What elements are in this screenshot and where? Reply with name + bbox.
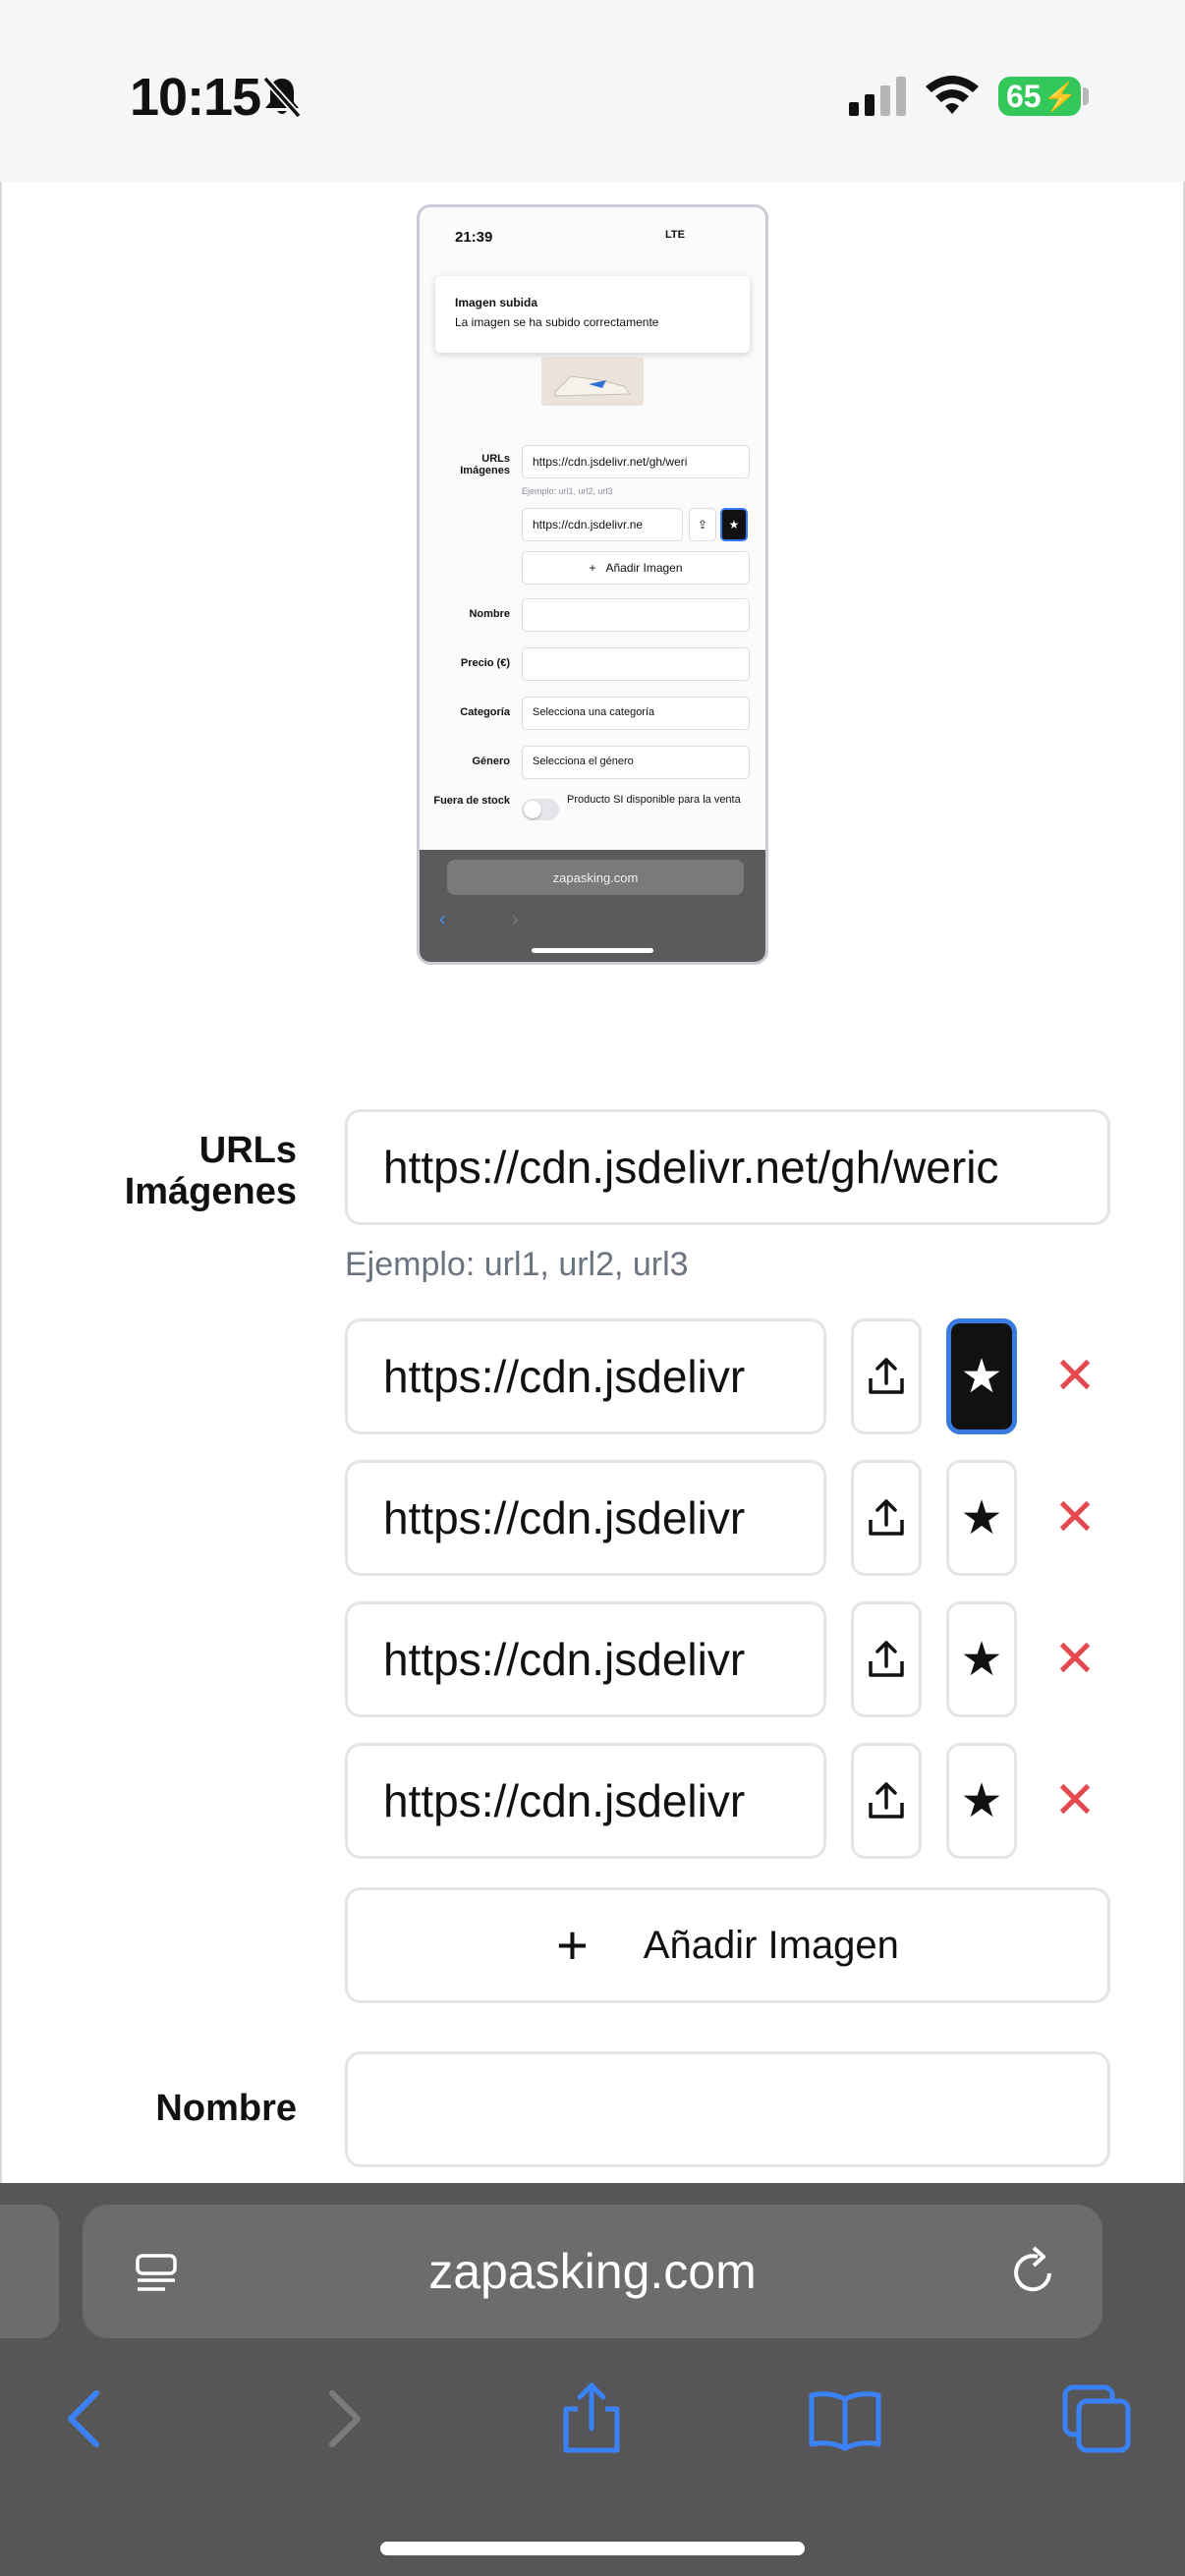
thumb-upload-icon: ⇪ bbox=[689, 508, 716, 541]
thumb-add-image: + Añadir Imagen bbox=[522, 551, 750, 585]
add-image-label: Añadir Imagen bbox=[643, 1923, 899, 1967]
bell-slash-icon bbox=[262, 76, 302, 119]
toast: Imagen subida La imagen se ha subido cor… bbox=[435, 276, 750, 353]
upload-icon bbox=[869, 1641, 904, 1677]
star-icon: ★ bbox=[960, 1492, 1003, 1544]
thumb-urls-label: URLs Imágenes bbox=[460, 453, 510, 476]
share-icon[interactable] bbox=[552, 2380, 631, 2458]
nombre-input[interactable] bbox=[345, 2051, 1110, 2167]
featured-star-button[interactable]: ★ bbox=[946, 1601, 1017, 1717]
tabs-icon[interactable] bbox=[1057, 2380, 1136, 2458]
toast-title: Imagen subida bbox=[455, 296, 538, 309]
thumb-url-bar: zapasking.com bbox=[447, 860, 744, 895]
featured-star-button[interactable]: ★ bbox=[946, 1460, 1017, 1576]
thumb-urls-input: https://cdn.jsdelivr.net/gh/weri bbox=[522, 445, 750, 478]
upload-button[interactable] bbox=[851, 1318, 922, 1434]
bookmarks-icon[interactable] bbox=[806, 2380, 884, 2458]
plus-icon: + bbox=[556, 1914, 589, 1976]
thumb-forward-icon: › bbox=[512, 909, 519, 930]
add-image-button[interactable]: + Añadir Imagen bbox=[345, 1887, 1110, 2003]
shoe-thumbnail bbox=[541, 357, 644, 406]
previous-tab-preview[interactable] bbox=[0, 2205, 59, 2338]
image-url-input[interactable]: https://cdn.jsdelivr bbox=[345, 1743, 826, 1859]
upload-icon bbox=[869, 1499, 904, 1536]
thumb-stock-text: Producto SI disponible para la venta bbox=[567, 794, 741, 806]
thumb-categoria-select: Selecciona una categoría bbox=[522, 697, 750, 730]
remove-image-button[interactable]: ✕ bbox=[1045, 1743, 1104, 1859]
urls-hint: Ejemplo: url1, url2, url3 bbox=[345, 1246, 689, 1283]
thumb-time: 21:39 bbox=[455, 229, 493, 246]
image-url-input[interactable]: https://cdn.jsdelivr bbox=[345, 1318, 826, 1434]
upload-icon bbox=[869, 1782, 904, 1819]
close-icon: ✕ bbox=[1053, 1631, 1097, 1688]
battery-charging-icon: 65 ⚡ bbox=[998, 77, 1081, 116]
back-icon[interactable] bbox=[47, 2380, 126, 2458]
thumb-network: LTE bbox=[665, 229, 685, 241]
upload-icon bbox=[869, 1358, 904, 1394]
cellular-signal-icon bbox=[849, 77, 906, 116]
thumb-back-icon: ‹ bbox=[439, 909, 446, 930]
close-icon: ✕ bbox=[1053, 1348, 1097, 1405]
thumb-url-item: https://cdn.jsdelivr.ne bbox=[522, 508, 683, 541]
image-url-input[interactable]: https://cdn.jsdelivr bbox=[345, 1601, 826, 1717]
thumb-precio-input bbox=[522, 647, 750, 681]
featured-star-button[interactable]: ★ bbox=[946, 1318, 1017, 1434]
forward-icon[interactable] bbox=[303, 2380, 381, 2458]
status-bar: 10:15 65 ⚡ bbox=[0, 0, 1185, 182]
image-url-input[interactable]: https://cdn.jsdelivr bbox=[345, 1460, 826, 1576]
nombre-label: Nombre bbox=[155, 2088, 297, 2129]
thumb-nombre-label: Nombre bbox=[469, 608, 510, 620]
battery-level: 65 bbox=[1006, 78, 1042, 114]
upload-button[interactable] bbox=[851, 1460, 922, 1576]
star-icon: ★ bbox=[960, 1351, 1003, 1403]
thumb-genero-select: Selecciona el género bbox=[522, 746, 750, 779]
thumb-browser-bar: zapasking.com ‹ › bbox=[420, 850, 765, 962]
browser-toolbar: zapasking.com bbox=[0, 2183, 1185, 2576]
address-bar[interactable]: zapasking.com bbox=[83, 2205, 1102, 2338]
thumb-nombre-input bbox=[522, 598, 750, 632]
battery-tip bbox=[1083, 87, 1089, 105]
star-icon: ★ bbox=[960, 1634, 1003, 1686]
shoe-image-icon bbox=[554, 375, 631, 397]
thumb-home-indicator bbox=[532, 948, 653, 953]
thumb-categoria-label: Categoría bbox=[460, 706, 510, 718]
remove-image-button[interactable]: ✕ bbox=[1045, 1318, 1104, 1434]
thumb-genero-label: Género bbox=[472, 756, 510, 767]
urls-imagenes-input[interactable]: https://cdn.jsdelivr.net/gh/weric bbox=[345, 1109, 1110, 1225]
close-icon: ✕ bbox=[1053, 1489, 1097, 1546]
status-time: 10:15 bbox=[130, 68, 261, 127]
thumb-stock-toggle bbox=[522, 799, 559, 820]
upload-button[interactable] bbox=[851, 1601, 922, 1717]
star-icon: ★ bbox=[960, 1775, 1003, 1827]
upload-button[interactable] bbox=[851, 1743, 922, 1859]
wifi-icon bbox=[926, 76, 979, 114]
image-preview[interactable]: 21:39 LTE Imagen subida La imagen se ha … bbox=[417, 204, 768, 965]
thumb-hint: Ejemplo: url1, url2, url3 bbox=[522, 486, 613, 496]
remove-image-button[interactable]: ✕ bbox=[1045, 1460, 1104, 1576]
toast-message: La imagen se ha subido correctamente bbox=[455, 315, 659, 329]
thumb-precio-label: Precio (€) bbox=[460, 657, 510, 669]
thumb-add-image-label: Añadir Imagen bbox=[605, 561, 683, 575]
thumb-stock-label: Fuera de stock bbox=[433, 795, 510, 807]
thumb-star-icon: ★ bbox=[720, 508, 748, 541]
remove-image-button[interactable]: ✕ bbox=[1045, 1601, 1104, 1717]
urls-imagenes-label: URLs Imágenes bbox=[124, 1130, 297, 1212]
featured-star-button[interactable]: ★ bbox=[946, 1743, 1017, 1859]
reload-icon[interactable] bbox=[1008, 2244, 1061, 2299]
address-text: zapasking.com bbox=[428, 2244, 757, 2299]
home-indicator bbox=[380, 2542, 805, 2555]
close-icon: ✕ bbox=[1053, 1772, 1097, 1829]
